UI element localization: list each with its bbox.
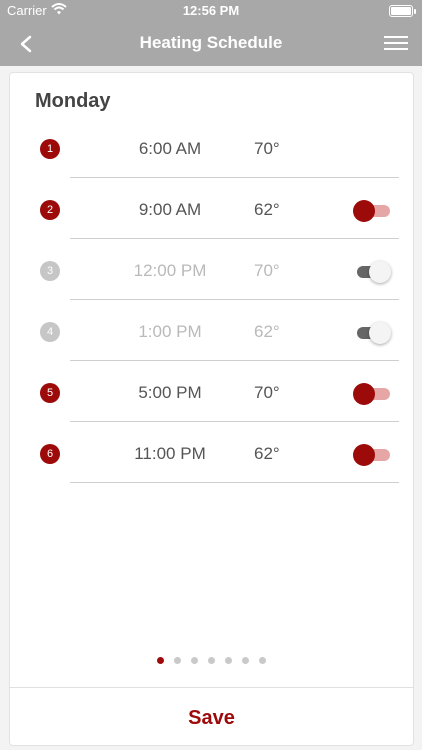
schedule-row[interactable]: 6 11:00 PM 62° <box>10 423 413 484</box>
row-divider <box>70 360 399 361</box>
page-dot[interactable] <box>225 657 232 664</box>
hamburger-menu-icon <box>384 36 408 38</box>
row-divider <box>70 177 399 178</box>
period-number-badge: 4 <box>40 322 60 342</box>
schedule-row[interactable]: 1 6:00 AM 70° <box>10 118 413 179</box>
period-temperature[interactable]: 70° <box>254 383 280 403</box>
page-dot[interactable] <box>174 657 181 664</box>
row-divider <box>70 482 399 483</box>
page-dot[interactable] <box>208 657 215 664</box>
period-time[interactable]: 1:00 PM <box>115 322 225 342</box>
schedule-card: Monday 1 6:00 AM 70° 2 9:00 AM 62° 3 12:00 PM 70… <box>9 72 414 746</box>
period-time[interactable]: 9:00 AM <box>115 200 225 220</box>
page-dot[interactable] <box>157 657 164 664</box>
schedule-row[interactable]: 2 9:00 AM 62° <box>10 179 413 240</box>
period-time[interactable]: 12:00 PM <box>115 261 225 281</box>
page-indicator[interactable] <box>10 657 413 664</box>
period-number-badge: 6 <box>40 444 60 464</box>
header: Carrier 12:56 PM Heating Schedule <box>0 0 422 66</box>
schedule-row[interactable]: 5 5:00 PM 70° <box>10 362 413 423</box>
row-divider <box>70 238 399 239</box>
period-enable-toggle[interactable] <box>353 320 391 344</box>
battery-icon <box>389 5 416 17</box>
period-temperature[interactable]: 62° <box>254 322 280 342</box>
status-time: 12:56 PM <box>182 3 240 18</box>
page-dot[interactable] <box>191 657 198 664</box>
menu-button[interactable] <box>384 33 408 55</box>
page-dot[interactable] <box>259 657 266 664</box>
page-dot[interactable] <box>242 657 249 664</box>
period-number-badge: 1 <box>40 139 60 159</box>
period-temperature[interactable]: 70° <box>254 139 280 159</box>
row-divider <box>70 299 399 300</box>
period-time[interactable]: 6:00 AM <box>115 139 225 159</box>
day-title: Monday <box>35 90 111 112</box>
period-enable-toggle[interactable] <box>353 442 391 466</box>
period-time[interactable]: 5:00 PM <box>115 383 225 403</box>
period-enable-toggle[interactable] <box>353 259 391 283</box>
period-number-badge: 5 <box>40 383 60 403</box>
period-enable-toggle[interactable] <box>353 198 391 222</box>
period-time[interactable]: 11:00 PM <box>115 444 225 464</box>
row-divider <box>70 421 399 422</box>
period-temperature[interactable]: 62° <box>254 200 280 220</box>
schedule-row[interactable]: 3 12:00 PM 70° <box>10 240 413 301</box>
divider <box>10 687 413 688</box>
period-number-badge: 3 <box>40 261 60 281</box>
schedule-row[interactable]: 4 1:00 PM 62° <box>10 301 413 362</box>
save-button[interactable]: Save <box>10 707 413 730</box>
period-temperature[interactable]: 70° <box>254 261 280 281</box>
page-title: Heating Schedule <box>139 33 283 52</box>
period-number-badge: 2 <box>40 200 60 220</box>
status-bar: Carrier 12:56 PM <box>0 0 422 22</box>
period-temperature[interactable]: 62° <box>254 444 280 464</box>
period-enable-toggle[interactable] <box>353 381 391 405</box>
